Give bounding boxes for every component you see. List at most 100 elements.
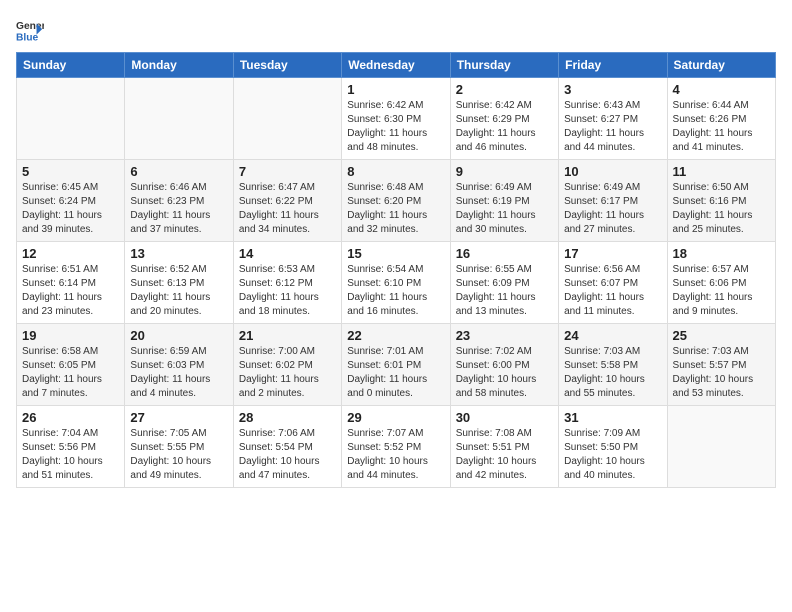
day-number: 16 xyxy=(456,246,553,261)
day-info: Sunrise: 6:49 AMSunset: 6:19 PMDaylight:… xyxy=(456,181,553,237)
day-number: 10 xyxy=(564,164,661,179)
day-number: 13 xyxy=(130,246,227,261)
week-row-3: 12 Sunrise: 6:51 AMSunset: 6:14 PMDayligh… xyxy=(17,242,776,324)
week-row-1: 1Sunrise: 6:42 AMSunset: 6:30 PMDaylight… xyxy=(17,78,776,160)
day-info: Sunrise: 6:53 AMSunset: 6:12 PMDaylight:… xyxy=(239,263,336,319)
day-number: 29 xyxy=(347,410,444,425)
day-cell: 21 Sunrise: 7:00 AMSunset: 6:02 PMDayligh… xyxy=(233,324,341,406)
week-row-4: 19 Sunrise: 6:58 AMSunset: 6:05 PMDayligh… xyxy=(17,324,776,406)
day-info: Sunrise: 6:48 AMSunset: 6:20 PMDaylight:… xyxy=(347,181,444,237)
day-info: Sunrise: 6:44 AMSunset: 6:26 PMDaylight:… xyxy=(673,99,770,155)
day-cell: 18 Sunrise: 6:57 AMSunset: 6:06 PMDayligh… xyxy=(667,242,775,324)
day-cell: 13Sunrise: 6:52 AMSunset: 6:13 PMDayligh… xyxy=(125,242,233,324)
day-number: 9 xyxy=(456,164,553,179)
day-number: 8 xyxy=(347,164,444,179)
day-cell: 11Sunrise: 6:50 AMSunset: 6:16 PMDayligh… xyxy=(667,160,775,242)
day-info: Sunrise: 7:03 AMSunset: 5:58 PMDaylight:… xyxy=(564,345,661,401)
weekday-header-saturday: Saturday xyxy=(667,53,775,78)
day-cell: 19 Sunrise: 6:58 AMSunset: 6:05 PMDayligh… xyxy=(17,324,125,406)
day-cell: 23Sunrise: 7:02 AMSunset: 6:00 PMDayligh… xyxy=(450,324,558,406)
day-number: 30 xyxy=(456,410,553,425)
weekday-header-monday: Monday xyxy=(125,53,233,78)
day-number: 20 xyxy=(130,328,227,343)
day-cell: 30Sunrise: 7:08 AMSunset: 5:51 PMDayligh… xyxy=(450,406,558,488)
day-cell: 16Sunrise: 6:55 AMSunset: 6:09 PMDayligh… xyxy=(450,242,558,324)
logo-icon: General Blue xyxy=(16,16,44,44)
day-cell: 17 Sunrise: 6:56 AMSunset: 6:07 PMDayligh… xyxy=(559,242,667,324)
day-cell: 4Sunrise: 6:44 AMSunset: 6:26 PMDaylight… xyxy=(667,78,775,160)
day-info: Sunrise: 7:02 AMSunset: 6:00 PMDaylight:… xyxy=(456,345,553,401)
day-info: Sunrise: 6:47 AMSunset: 6:22 PMDaylight:… xyxy=(239,181,336,237)
day-cell: 31Sunrise: 7:09 AMSunset: 5:50 PMDayligh… xyxy=(559,406,667,488)
day-cell: 8 Sunrise: 6:48 AMSunset: 6:20 PMDaylight… xyxy=(342,160,450,242)
day-number: 15 xyxy=(347,246,444,261)
day-cell: 27 Sunrise: 7:05 AMSunset: 5:55 PMDayligh… xyxy=(125,406,233,488)
day-number: 28 xyxy=(239,410,336,425)
day-number: 14 xyxy=(239,246,336,261)
day-cell xyxy=(17,78,125,160)
day-info: Sunrise: 6:57 AMSunset: 6:06 PMDaylight:… xyxy=(673,263,770,319)
day-cell: 3 Sunrise: 6:43 AMSunset: 6:27 PMDaylight… xyxy=(559,78,667,160)
day-number: 21 xyxy=(239,328,336,343)
day-info: Sunrise: 6:51 AMSunset: 6:14 PMDaylight:… xyxy=(22,263,119,319)
day-cell: 29 Sunrise: 7:07 AMSunset: 5:52 PMDayligh… xyxy=(342,406,450,488)
day-cell: 6 Sunrise: 6:46 AMSunset: 6:23 PMDaylight… xyxy=(125,160,233,242)
logo: General Blue xyxy=(16,16,44,44)
svg-text:Blue: Blue xyxy=(16,32,39,43)
weekday-header-sunday: Sunday xyxy=(17,53,125,78)
day-info: Sunrise: 6:42 AMSunset: 6:29 PMDaylight:… xyxy=(456,99,553,155)
day-number: 2 xyxy=(456,82,553,97)
day-cell: 10 Sunrise: 6:49 AMSunset: 6:17 PMDayligh… xyxy=(559,160,667,242)
day-cell: 14 Sunrise: 6:53 AMSunset: 6:12 PMDayligh… xyxy=(233,242,341,324)
day-info: Sunrise: 6:49 AMSunset: 6:17 PMDaylight:… xyxy=(564,181,661,237)
day-number: 5 xyxy=(22,164,119,179)
day-info: Sunrise: 7:09 AMSunset: 5:50 PMDaylight:… xyxy=(564,427,661,483)
day-info: Sunrise: 6:46 AMSunset: 6:23 PMDaylight:… xyxy=(130,181,227,237)
weekday-header-friday: Friday xyxy=(559,53,667,78)
day-number: 6 xyxy=(130,164,227,179)
day-cell: 5 Sunrise: 6:45 AMSunset: 6:24 PMDaylight… xyxy=(17,160,125,242)
day-number: 1 xyxy=(347,82,444,97)
day-number: 26 xyxy=(22,410,119,425)
day-cell: 24 Sunrise: 7:03 AMSunset: 5:58 PMDayligh… xyxy=(559,324,667,406)
day-cell: 28 Sunrise: 7:06 AMSunset: 5:54 PMDayligh… xyxy=(233,406,341,488)
weekday-header-wednesday: Wednesday xyxy=(342,53,450,78)
day-cell: 22Sunrise: 7:01 AMSunset: 6:01 PMDayligh… xyxy=(342,324,450,406)
day-info: Sunrise: 7:03 AMSunset: 5:57 PMDaylight:… xyxy=(673,345,770,401)
day-cell: 2 Sunrise: 6:42 AMSunset: 6:29 PMDaylight… xyxy=(450,78,558,160)
day-number: 19 xyxy=(22,328,119,343)
day-cell: 25Sunrise: 7:03 AMSunset: 5:57 PMDayligh… xyxy=(667,324,775,406)
day-cell xyxy=(233,78,341,160)
day-cell: 9 Sunrise: 6:49 AMSunset: 6:19 PMDaylight… xyxy=(450,160,558,242)
day-info: Sunrise: 6:58 AMSunset: 6:05 PMDaylight:… xyxy=(22,345,119,401)
weekday-header-tuesday: Tuesday xyxy=(233,53,341,78)
day-info: Sunrise: 6:50 AMSunset: 6:16 PMDaylight:… xyxy=(673,181,770,237)
day-info: Sunrise: 6:56 AMSunset: 6:07 PMDaylight:… xyxy=(564,263,661,319)
day-cell xyxy=(667,406,775,488)
day-cell: 26 Sunrise: 7:04 AMSunset: 5:56 PMDayligh… xyxy=(17,406,125,488)
day-cell: 20 Sunrise: 6:59 AMSunset: 6:03 PMDayligh… xyxy=(125,324,233,406)
day-info: Sunrise: 7:04 AMSunset: 5:56 PMDaylight:… xyxy=(22,427,119,483)
day-info: Sunrise: 6:45 AMSunset: 6:24 PMDaylight:… xyxy=(22,181,119,237)
day-info: Sunrise: 7:00 AMSunset: 6:02 PMDaylight:… xyxy=(239,345,336,401)
calendar-table: SundayMondayTuesdayWednesdayThursdayFrid… xyxy=(16,52,776,488)
day-info: Sunrise: 7:07 AMSunset: 5:52 PMDaylight:… xyxy=(347,427,444,483)
day-info: Sunrise: 6:54 AMSunset: 6:10 PMDaylight:… xyxy=(347,263,444,319)
day-cell xyxy=(125,78,233,160)
day-number: 17 xyxy=(564,246,661,261)
weekday-header-thursday: Thursday xyxy=(450,53,558,78)
day-info: Sunrise: 7:05 AMSunset: 5:55 PMDaylight:… xyxy=(130,427,227,483)
day-number: 12 xyxy=(22,246,119,261)
day-number: 3 xyxy=(564,82,661,97)
day-number: 18 xyxy=(673,246,770,261)
day-info: Sunrise: 6:43 AMSunset: 6:27 PMDaylight:… xyxy=(564,99,661,155)
day-info: Sunrise: 6:59 AMSunset: 6:03 PMDaylight:… xyxy=(130,345,227,401)
day-cell: 1Sunrise: 6:42 AMSunset: 6:30 PMDaylight… xyxy=(342,78,450,160)
day-number: 27 xyxy=(130,410,227,425)
day-cell: 15 Sunrise: 6:54 AMSunset: 6:10 PMDayligh… xyxy=(342,242,450,324)
weekday-header-row: SundayMondayTuesdayWednesdayThursdayFrid… xyxy=(17,53,776,78)
week-row-2: 5 Sunrise: 6:45 AMSunset: 6:24 PMDaylight… xyxy=(17,160,776,242)
day-info: Sunrise: 7:06 AMSunset: 5:54 PMDaylight:… xyxy=(239,427,336,483)
day-number: 24 xyxy=(564,328,661,343)
week-row-5: 26 Sunrise: 7:04 AMSunset: 5:56 PMDayligh… xyxy=(17,406,776,488)
